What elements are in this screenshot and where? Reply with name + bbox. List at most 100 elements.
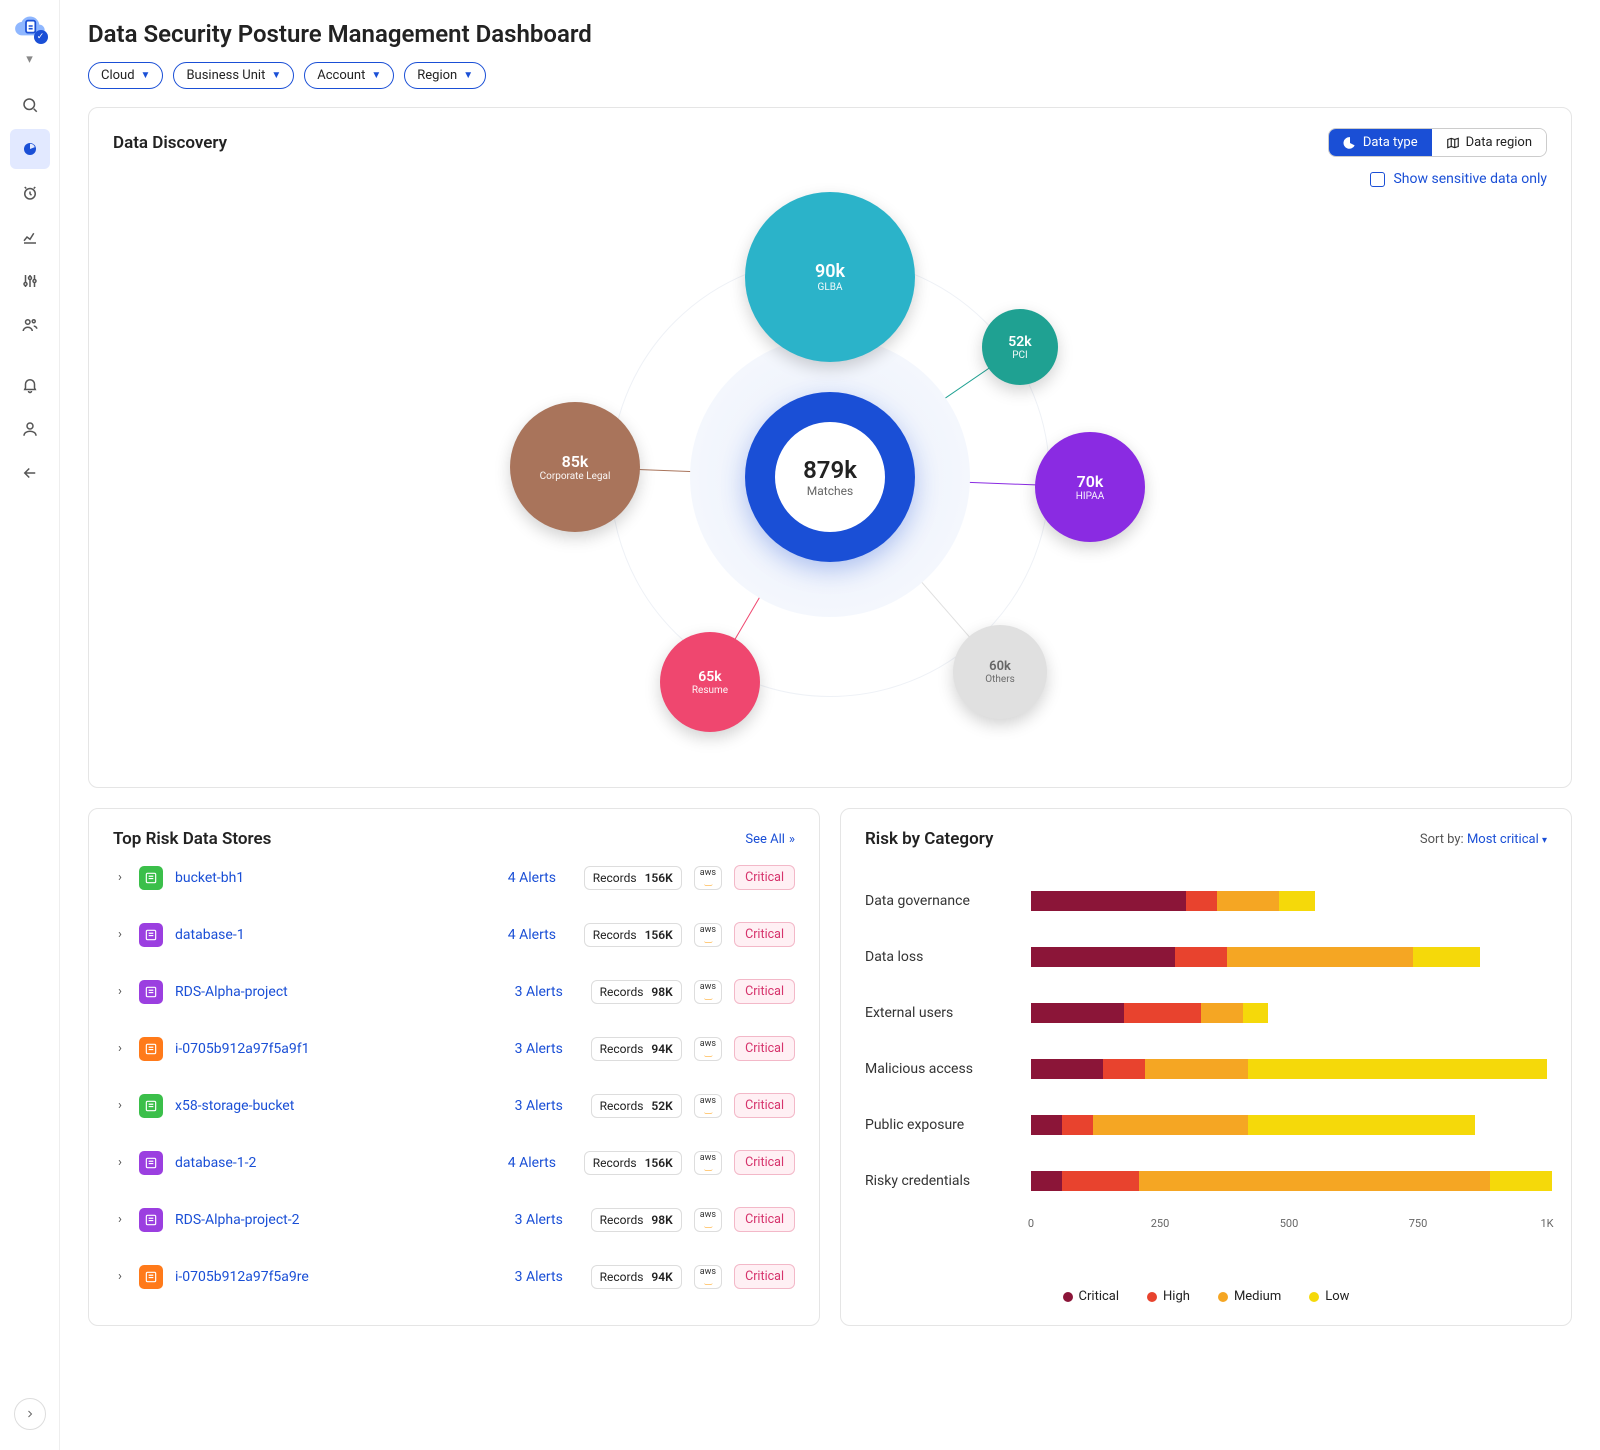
bubble-others[interactable]: 60kOthers: [953, 625, 1047, 719]
logo-verified-badge-icon: ✓: [34, 30, 48, 44]
axis-tick: 1K: [1540, 1217, 1553, 1230]
risk-bar-segment-high: [1103, 1059, 1144, 1079]
top-risk-stores-panel: Top Risk Data Stores See All » ›bucket-b…: [88, 808, 820, 1326]
filter-business-unit[interactable]: Business Unit▼: [173, 62, 294, 89]
nav-analytics-icon[interactable]: [10, 217, 50, 257]
store-name-link[interactable]: database-1: [175, 927, 496, 943]
filter-account[interactable]: Account▼: [304, 62, 394, 89]
bubble-value: 70k: [1077, 472, 1104, 491]
risk-bar-segment-low: [1248, 1059, 1547, 1079]
risk-category-label: Data governance: [865, 893, 1015, 909]
bubble-value: 65k: [698, 669, 721, 685]
resource-icon: [139, 1094, 163, 1118]
expand-chevron-icon[interactable]: ›: [113, 870, 127, 885]
store-alerts-link[interactable]: 3 Alerts: [515, 1212, 579, 1228]
risk-bar-segment-medium: [1201, 1003, 1242, 1023]
records-badge: Records156K: [584, 923, 682, 947]
nav-alarm-icon[interactable]: [10, 173, 50, 213]
risk-bar-segment-low: [1490, 1171, 1552, 1191]
store-alerts-link[interactable]: 4 Alerts: [508, 1155, 572, 1171]
risk-bar-track[interactable]: [1031, 1115, 1547, 1135]
risk-bar-row: Public exposure: [865, 1097, 1547, 1153]
risk-bar-chart: Data governanceData lossExternal usersMa…: [865, 873, 1547, 1209]
risk-bar-track[interactable]: [1031, 1003, 1547, 1023]
bubble-pci[interactable]: 52kPCI: [982, 309, 1058, 385]
toggle-data-type-label: Data type: [1363, 135, 1418, 150]
nav-settings-sliders-icon[interactable]: [10, 261, 50, 301]
sensitive-only-checkbox[interactable]: Show sensitive data only: [1370, 171, 1547, 187]
axis-tick: 500: [1280, 1217, 1299, 1230]
store-alerts-link[interactable]: 3 Alerts: [515, 1041, 579, 1057]
sort-value-dropdown[interactable]: Most critical ▾: [1467, 832, 1547, 847]
chevrons-right-icon: »: [789, 832, 795, 847]
risk-title: Risk by Category: [865, 829, 993, 849]
data-discovery-panel: Data Discovery Data type Data region Sho…: [88, 107, 1572, 788]
bubble-hipaa[interactable]: 70kHIPAA: [1035, 432, 1145, 542]
bubble-value: 85k: [562, 452, 589, 471]
expand-chevron-icon[interactable]: ›: [113, 1212, 127, 1227]
risk-category-label: Data loss: [865, 949, 1015, 965]
risk-category-label: Risky credentials: [865, 1173, 1015, 1189]
nav-search-icon[interactable]: [10, 85, 50, 125]
store-name-link[interactable]: RDS-Alpha-project: [175, 984, 503, 1000]
store-name-link[interactable]: bucket-bh1: [175, 870, 496, 886]
risk-bar-track[interactable]: [1031, 891, 1547, 911]
store-name-link[interactable]: i-0705b912a97f5a9f1: [175, 1041, 503, 1057]
store-alerts-link[interactable]: 4 Alerts: [508, 927, 572, 943]
risk-bar-segment-critical: [1031, 891, 1186, 911]
risk-bar-segment-high: [1175, 947, 1227, 967]
risk-bar-track[interactable]: [1031, 1171, 1547, 1191]
nav-back-exit-icon[interactable]: [10, 453, 50, 493]
caret-down-icon: ▾: [1542, 835, 1547, 846]
risk-bar-track[interactable]: [1031, 1059, 1547, 1079]
filter-region[interactable]: Region▼: [404, 62, 486, 89]
filter-label: Account: [317, 68, 365, 83]
risk-bar-segment-high: [1124, 1003, 1201, 1023]
see-all-link[interactable]: See All »: [745, 832, 795, 847]
nav-bell-icon[interactable]: [10, 365, 50, 405]
expand-chevron-icon[interactable]: ›: [113, 1155, 127, 1170]
discovery-title: Data Discovery: [113, 133, 227, 153]
toggle-data-type[interactable]: Data type: [1329, 129, 1432, 156]
toggle-data-region-label: Data region: [1466, 135, 1532, 150]
caret-down-icon: ▼: [463, 70, 473, 81]
toggle-data-region[interactable]: Data region: [1432, 129, 1546, 156]
risk-bar-segment-medium: [1139, 1171, 1490, 1191]
nav-dashboard-icon[interactable]: [10, 129, 50, 169]
sidebar: ✓ ▾: [0, 0, 60, 1450]
severity-badge: Critical: [734, 1093, 795, 1118]
stores-list: › bucket-bh1 4 Alerts Records156K aws‿ Critic…: [113, 849, 795, 1305]
aws-provider-icon: aws‿: [694, 1151, 722, 1175]
store-name-link[interactable]: database-1-2: [175, 1155, 496, 1171]
store-name-link[interactable]: i-0705b912a97f5a9re: [175, 1269, 503, 1285]
risk-bar-track[interactable]: [1031, 947, 1547, 967]
store-name-link[interactable]: x58-storage-bucket: [175, 1098, 503, 1114]
risk-bar-segment-medium: [1145, 1059, 1248, 1079]
nav-users-icon[interactable]: [10, 305, 50, 345]
center-label: Matches: [807, 484, 853, 498]
expand-chevron-icon[interactable]: ›: [113, 1269, 127, 1284]
filter-cloud[interactable]: Cloud▼: [88, 62, 163, 89]
sidebar-collapse-caret-icon[interactable]: ▾: [10, 48, 50, 81]
bubble-glba[interactable]: 90kGLBA: [745, 192, 915, 362]
risk-legend: Critical High Medium Low: [865, 1289, 1547, 1304]
caret-down-icon: ▼: [271, 70, 281, 81]
risk-bar-segment-critical: [1031, 1115, 1062, 1135]
expand-chevron-icon[interactable]: ›: [113, 1041, 127, 1056]
expand-chevron-icon[interactable]: ›: [113, 927, 127, 942]
nav-profile-icon[interactable]: [10, 409, 50, 449]
store-alerts-link[interactable]: 3 Alerts: [515, 984, 579, 1000]
risk-category-label: Public exposure: [865, 1117, 1015, 1133]
axis-tick: 250: [1151, 1217, 1170, 1230]
store-name-link[interactable]: RDS-Alpha-project-2: [175, 1212, 503, 1228]
expand-chevron-icon[interactable]: ›: [113, 984, 127, 999]
bubble-resume[interactable]: 65kResume: [660, 632, 760, 732]
expand-chevron-icon[interactable]: ›: [113, 1098, 127, 1113]
risk-bar-segment-critical: [1031, 1171, 1062, 1191]
store-alerts-link[interactable]: 3 Alerts: [515, 1098, 579, 1114]
store-alerts-link[interactable]: 4 Alerts: [508, 870, 572, 886]
bubble-corp[interactable]: 85kCorporate Legal: [510, 402, 640, 532]
sidebar-expand-button[interactable]: [14, 1398, 46, 1430]
store-row: ›RDS-Alpha-project3 AlertsRecords98Kaws‿…: [113, 963, 795, 1020]
store-alerts-link[interactable]: 3 Alerts: [515, 1269, 579, 1285]
